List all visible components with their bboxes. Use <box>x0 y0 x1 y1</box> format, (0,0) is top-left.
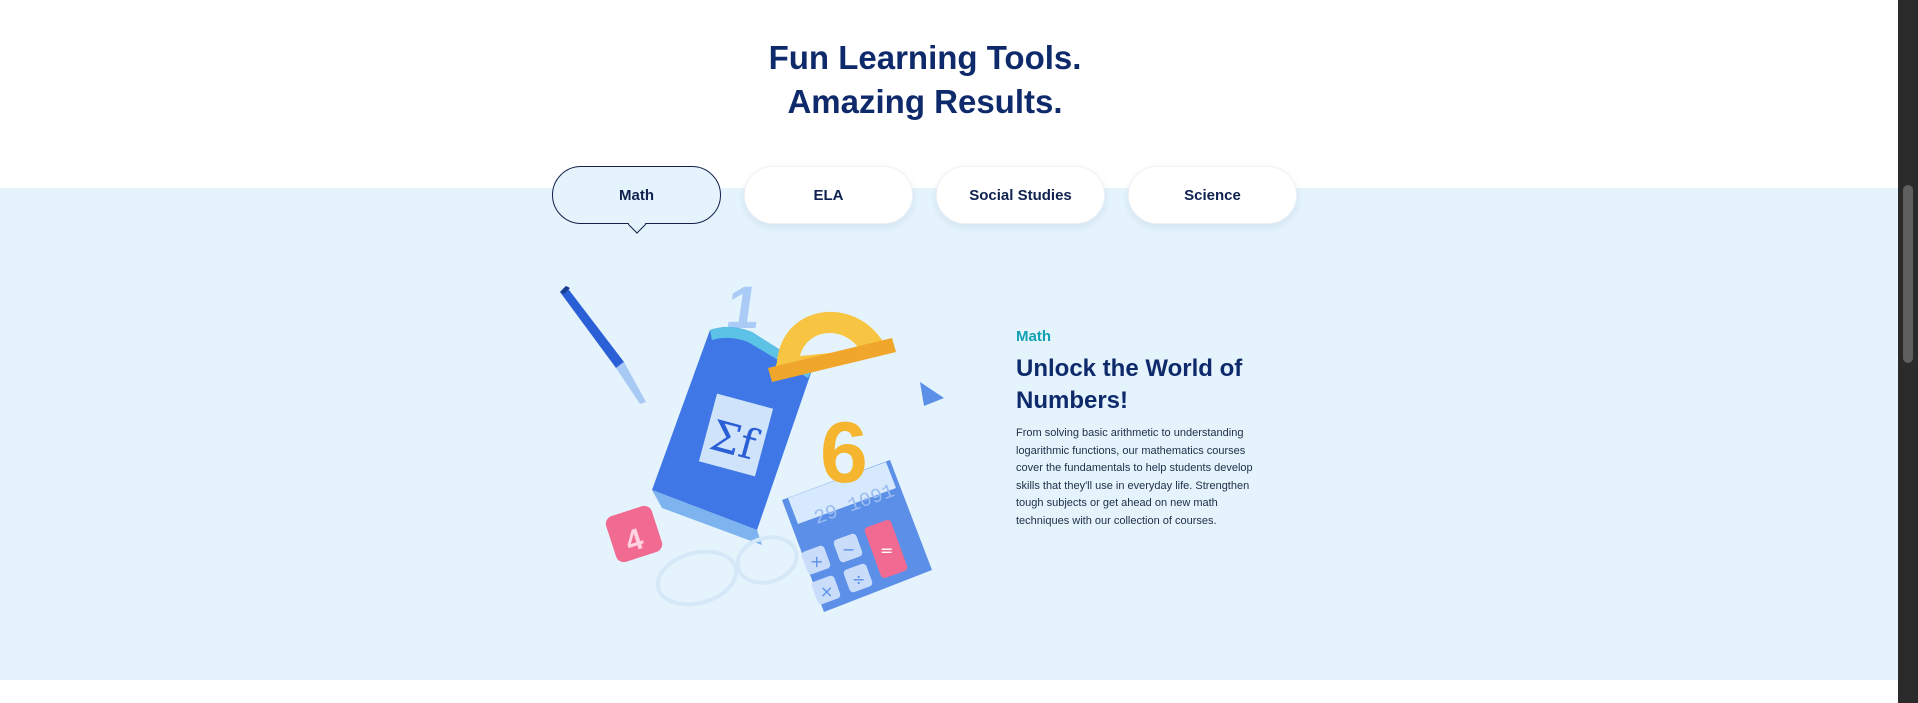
triangle-icon <box>920 382 944 406</box>
section-heading-line1: Fun Learning Tools. <box>768 39 1082 76</box>
subject-title: Unlock the World of Numbers! <box>1016 355 1243 414</box>
number-tile-icon: 4 <box>605 505 663 563</box>
subject-description: From solving basic arithmetic to underst… <box>1016 427 1253 527</box>
subject-tabs: Math ELA Social Studies Science <box>552 166 1297 234</box>
scrollbar-thumb[interactable] <box>1903 185 1913 363</box>
calculator-key-divide: ÷ <box>852 570 865 589</box>
subject-content: Math Unlock the World of Numbers! From s… <box>1016 328 1266 530</box>
tab-math-label: Math <box>619 186 654 204</box>
tab-ela[interactable]: ELA <box>744 166 913 224</box>
calculator-key-equals: = <box>880 541 893 560</box>
subject-eyebrow: Math <box>1016 328 1051 345</box>
digit-six-text: 6 <box>820 405 868 501</box>
calculator-key-times: × <box>820 582 833 601</box>
tab-science[interactable]: Science <box>1128 166 1297 224</box>
digit-six: 6 <box>820 405 868 501</box>
section-divider <box>0 680 1898 703</box>
section-heading: Fun Learning Tools. Amazing Results. <box>0 36 1850 124</box>
section-heading-line2: Amazing Results. <box>787 83 1063 120</box>
tab-science-label: Science <box>1184 186 1241 204</box>
tab-social-studies[interactable]: Social Studies <box>936 166 1105 224</box>
page: Fun Learning Tools. Amazing Results. Mat… <box>0 0 1898 703</box>
tab-math[interactable]: Math <box>552 166 721 234</box>
protractor-icon <box>768 311 896 382</box>
calculator-key-plus: + <box>810 552 823 571</box>
calculator-key-minus: − <box>842 540 855 559</box>
pen-icon <box>560 286 646 404</box>
vertical-scrollbar[interactable] <box>1898 0 1918 703</box>
tab-social-studies-label: Social Studies <box>969 186 1072 204</box>
glasses-icon <box>655 535 799 607</box>
math-illustration: 1 Σf 29 1091 + − × ÷ = 6 4 <box>560 273 944 612</box>
tab-ela-label: ELA <box>813 186 844 204</box>
